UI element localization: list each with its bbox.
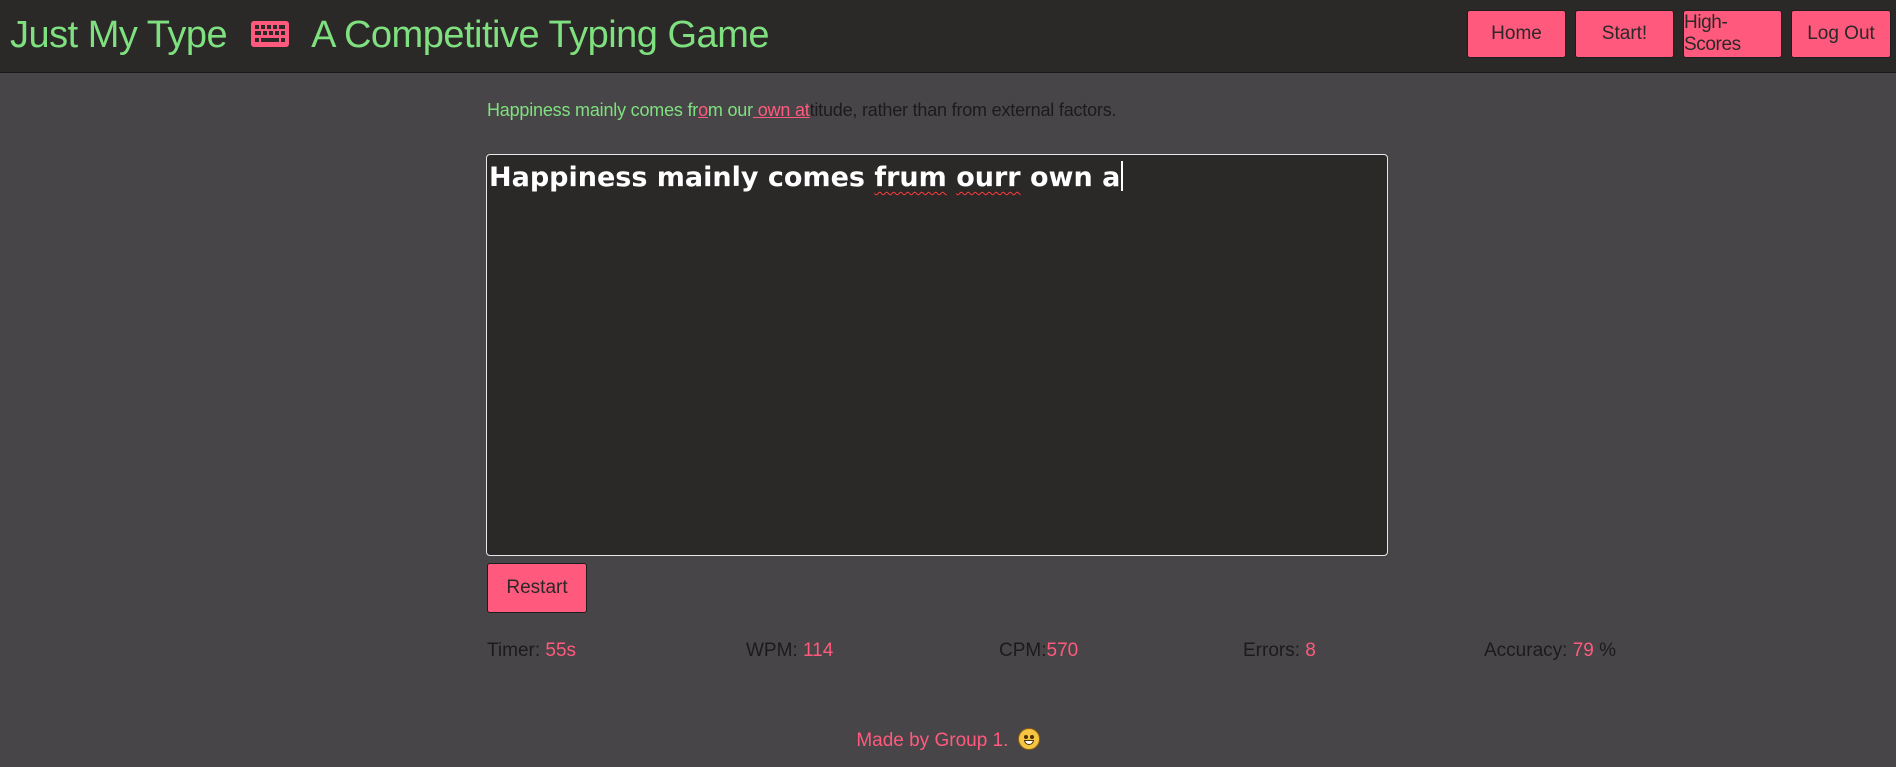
wpm-value: 114 (803, 640, 834, 661)
top-navbar: Just My Type A Competitive Typing Game H… (0, 0, 1896, 73)
misspelled-word: ourr (956, 162, 1021, 193)
typing-input[interactable]: Happiness mainly comes frum ourr own a (486, 154, 1388, 556)
accuracy-stat: Accuracy: 79 % (1484, 640, 1616, 662)
typed-text: own a (1020, 162, 1121, 193)
timer-label: Timer: (487, 640, 546, 661)
grinning-face-icon (1017, 728, 1040, 750)
wpm-label: WPM: (746, 640, 803, 661)
accuracy-unit: % (1593, 640, 1617, 661)
accuracy-value: 79 (1572, 640, 1594, 661)
restart-button[interactable]: Restart (487, 563, 587, 613)
timer-value: 55s (545, 640, 577, 661)
brand: Just My Type A Competitive Typing Game (10, 10, 769, 60)
log-out-button[interactable]: Log Out (1791, 10, 1891, 58)
typed-correct-text: m our (707, 100, 753, 120)
errors-value: 8 (1305, 640, 1316, 661)
high-scores-button[interactable]: High-Scores (1683, 10, 1782, 58)
footer: Made by Group 1. (0, 728, 1896, 752)
typed-correct-text: Happiness mainly comes fr (487, 100, 699, 120)
text-caret (1121, 161, 1124, 191)
typed-error-char: o (698, 100, 708, 120)
cpm-value: 570 (1046, 640, 1079, 661)
cpm-stat: CPM:570 (999, 640, 1078, 662)
wpm-stat: WPM: 114 (746, 640, 833, 662)
errors-stat: Errors: 8 (1243, 640, 1316, 662)
errors-label: Errors: (1243, 640, 1306, 661)
brand-tagline: A Competitive Typing Game (311, 13, 769, 56)
keyboard-icon (251, 14, 290, 57)
timer-stat: Timer: 55s (487, 640, 576, 662)
misspelled-word: frum (874, 162, 947, 193)
nav-buttons: Home Start! High-Scores Log Out (1467, 10, 1891, 58)
typed-text (947, 162, 956, 193)
brand-name: Just My Type (10, 13, 228, 56)
remaining-text: titude, rather than from external factor… (809, 100, 1117, 120)
current-word-highlight: own at (752, 100, 810, 120)
target-sentence: Happiness mainly comes from our own atti… (487, 100, 1117, 121)
accuracy-label: Accuracy: (1484, 640, 1573, 661)
home-button[interactable]: Home (1467, 10, 1566, 58)
footer-text: Made by Group 1. (856, 730, 1009, 751)
typed-text: Happiness mainly comes (489, 162, 875, 193)
start-button[interactable]: Start! (1575, 10, 1674, 58)
cpm-label: CPM: (999, 640, 1047, 661)
